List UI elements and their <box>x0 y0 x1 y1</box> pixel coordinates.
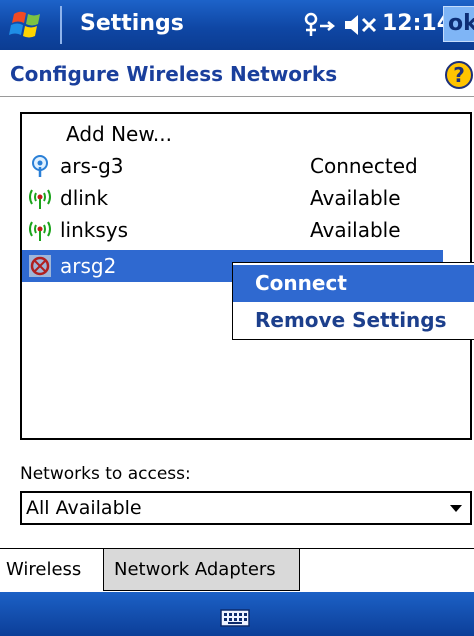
network-name: linksys <box>60 218 129 242</box>
list-item[interactable]: ars-g3 Connected <box>22 150 443 182</box>
network-name: ars-g3 <box>60 154 124 178</box>
svg-text:?: ? <box>453 63 465 87</box>
tab-network-adapters[interactable]: Network Adapters <box>104 549 300 591</box>
select-value: All Available <box>26 497 142 519</box>
add-new-label: Add New... <box>66 122 172 146</box>
app-title[interactable]: Settings <box>80 11 184 36</box>
context-menu: Connect Remove Settings <box>232 262 474 340</box>
list-item-add-new[interactable]: Add New... <box>22 118 443 150</box>
tab-strip: Wireless Network Adapters <box>0 548 474 593</box>
page-title: Configure Wireless Networks <box>10 62 338 86</box>
menu-item-label: Connect <box>255 271 347 295</box>
list-item[interactable]: dlink Available <box>22 182 443 214</box>
volume-muted-icon[interactable] <box>342 10 378 40</box>
menu-item-connect[interactable]: Connect <box>233 265 474 302</box>
title-bar: Settings 12:14 ok <box>0 0 474 50</box>
keyboard-icon[interactable] <box>220 609 250 627</box>
menu-item-label: Remove Settings <box>255 308 447 332</box>
infrastructure-network-icon <box>32 155 48 177</box>
help-icon[interactable]: ? <box>444 60 474 90</box>
menu-item-remove-settings[interactable]: Remove Settings <box>233 302 474 339</box>
tab-label: Wireless <box>6 559 82 580</box>
network-status: Available <box>310 218 401 242</box>
networks-to-access-label: Networks to access: <box>20 464 191 484</box>
tab-wireless[interactable]: Wireless <box>0 549 104 591</box>
connectivity-icon[interactable] <box>300 10 340 40</box>
networks-to-access-select[interactable]: All Available <box>20 491 472 525</box>
network-name: dlink <box>60 186 109 210</box>
tab-label: Network Adapters <box>114 559 276 580</box>
clock[interactable]: 12:14 <box>382 11 452 36</box>
signal-network-icon <box>29 221 51 241</box>
title-separator <box>60 6 62 44</box>
header-divider <box>0 96 474 97</box>
network-name: arsg2 <box>60 254 117 278</box>
network-status: Available <box>310 186 401 210</box>
unavailable-network-icon <box>29 255 51 277</box>
chevron-down-icon[interactable] <box>450 505 462 512</box>
list-item[interactable]: linksys Available <box>22 214 443 246</box>
network-status: Connected <box>310 154 418 178</box>
windows-start-icon[interactable] <box>8 8 48 42</box>
signal-network-icon <box>29 189 51 209</box>
ok-button[interactable]: ok <box>443 6 474 42</box>
